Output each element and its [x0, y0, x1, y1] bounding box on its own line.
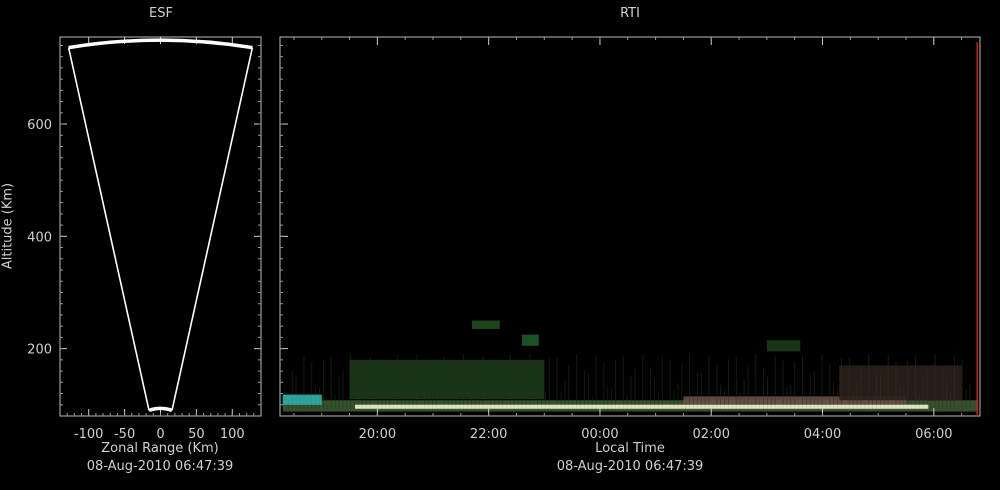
esf-ytick-label-200: 200: [27, 343, 52, 358]
esf-ytick-label-400: 400: [27, 230, 52, 245]
rti-xtick-label-3: 02:00: [693, 427, 730, 442]
rti-cyan-echo: [282, 394, 322, 405]
esf-plot: 200 400 600 -100 -50 0 50 100: [27, 36, 262, 442]
esf-ytick-label-600: 600: [27, 118, 52, 133]
rti-echo-layer-5: [839, 365, 962, 401]
esf-sector-inner-arc: [148, 406, 173, 413]
rti-echo-layer-7: [522, 334, 539, 346]
rti-echo-layer-8: [766, 340, 801, 352]
esf-xtick-label-0: 0: [156, 427, 164, 442]
esf-xtick-label--50: -50: [114, 427, 135, 442]
esf-xtick-label-50: 50: [188, 427, 205, 442]
esf-sector-right-edge: [171, 47, 254, 411]
rti-xtick-label-1: 22:00: [470, 427, 507, 442]
esf-frame: [59, 36, 262, 417]
rti-xtick-label-2: 00:00: [581, 427, 618, 442]
rti-xtick-label-5: 06:00: [915, 427, 952, 442]
esf-sector-left-edge: [67, 47, 150, 411]
rti-xtick-label-4: 04:00: [804, 427, 841, 442]
esf-xtick-label-100: 100: [220, 427, 245, 442]
rti-frame: [279, 36, 981, 417]
rti-xtick-label-0: 20:00: [359, 427, 396, 442]
rti-echo-layer-3: [349, 359, 545, 400]
esf-rti-figure: 200 400 600 -100 -50 0 50 100 20:00 22:00 00:00 02…: [27, 36, 981, 442]
rti-echo-layer-6: [471, 320, 500, 329]
esf-xtick-label--100: -100: [74, 427, 104, 442]
rti-plot: 20:00 22:00 00:00 02:00 04:00 06:00: [279, 36, 981, 442]
rti-bright-band: [355, 404, 929, 409]
